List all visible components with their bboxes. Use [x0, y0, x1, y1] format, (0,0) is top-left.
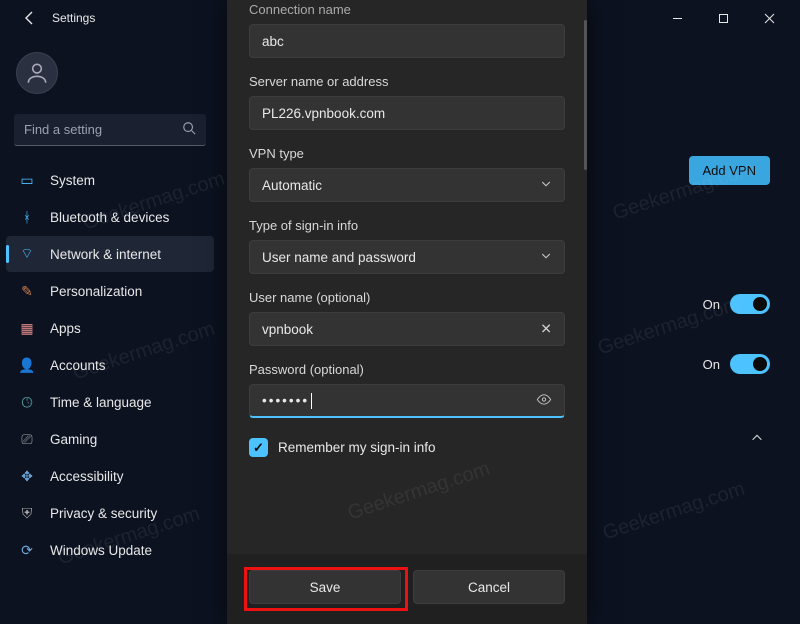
toggle-switch[interactable]: [730, 294, 770, 314]
input-value: abc: [262, 34, 284, 49]
dialog-buttons: Save Cancel: [227, 554, 587, 624]
sidebar-item-accessibility[interactable]: ✥ Accessibility: [6, 458, 214, 494]
sidebar-item-time[interactable]: 🕓︎ Time & language: [6, 384, 214, 420]
sidebar-item-label: Accounts: [50, 358, 106, 373]
clock-icon: 🕓︎: [18, 393, 36, 411]
sidebar-item-gaming[interactable]: ⎚ Gaming: [6, 421, 214, 457]
input-value: vpnbook: [262, 322, 313, 337]
sidebar-item-label: Bluetooth & devices: [50, 210, 169, 225]
field-label: Type of sign-in info: [249, 218, 565, 233]
select-value: Automatic: [262, 178, 322, 193]
sidebar-item-label: Personalization: [50, 284, 142, 299]
close-button[interactable]: [746, 2, 792, 34]
cancel-button[interactable]: Cancel: [413, 570, 565, 604]
checkbox-label: Remember my sign-in info: [278, 440, 436, 455]
search-input[interactable]: Find a setting: [14, 114, 206, 146]
toggle-label: On: [703, 357, 720, 372]
back-button[interactable]: [16, 4, 44, 32]
sidebar-item-system[interactable]: ▭ System: [6, 162, 214, 198]
field-label: User name (optional): [249, 290, 565, 305]
accessibility-icon: ✥: [18, 467, 36, 485]
password-input[interactable]: •••••••: [249, 384, 565, 418]
sidebar-item-bluetooth[interactable]: ᚼ Bluetooth & devices: [6, 199, 214, 235]
account-header[interactable]: [0, 44, 220, 108]
dialog-body: Connection name abc Server name or addre…: [227, 0, 587, 554]
server-name-input[interactable]: PL226.vpnbook.com: [249, 96, 565, 130]
sidebar-item-label: Privacy & security: [50, 506, 157, 521]
sidebar-item-update[interactable]: ⟳ Windows Update: [6, 532, 214, 568]
save-button[interactable]: Save: [249, 570, 401, 604]
maximize-button[interactable]: [700, 2, 746, 34]
chevron-down-icon: [540, 250, 552, 265]
connection-name-input[interactable]: abc: [249, 24, 565, 58]
sidebar-item-accounts[interactable]: 👤 Accounts: [6, 347, 214, 383]
brush-icon: ✎: [18, 282, 36, 300]
sidebar-item-personalization[interactable]: ✎ Personalization: [6, 273, 214, 309]
sidebar-item-label: Windows Update: [50, 543, 152, 558]
avatar: [16, 52, 58, 94]
clear-icon[interactable]: ✕: [540, 321, 552, 338]
signin-type-select[interactable]: User name and password: [249, 240, 565, 274]
wifi-icon: ⌔: [18, 245, 36, 263]
gamepad-icon: ⎚: [18, 430, 36, 448]
input-value: •••••••: [262, 393, 309, 408]
sidebar-item-network[interactable]: ⌔ Network & internet: [6, 236, 214, 272]
remember-signin-checkbox[interactable]: ✓ Remember my sign-in info: [249, 438, 565, 457]
select-value: User name and password: [262, 250, 416, 265]
person-icon: 👤: [18, 356, 36, 374]
field-label: Server name or address: [249, 74, 565, 89]
add-vpn-button[interactable]: Add VPN: [689, 156, 770, 185]
window-title: Settings: [52, 11, 95, 25]
sidebar-item-label: Time & language: [50, 395, 152, 410]
scrollbar[interactable]: [584, 20, 587, 170]
field-label: Connection name: [249, 2, 565, 17]
toggle-row: On: [703, 294, 770, 314]
sidebar-item-apps[interactable]: ▦ Apps: [6, 310, 214, 346]
field-label: Password (optional): [249, 362, 565, 377]
apps-icon: ▦: [18, 319, 36, 337]
reveal-password-icon[interactable]: [536, 391, 552, 410]
toggle-switch[interactable]: [730, 354, 770, 374]
text-caret: [311, 393, 312, 409]
sidebar-item-label: Gaming: [50, 432, 97, 447]
username-input[interactable]: vpnbook ✕: [249, 312, 565, 346]
sidebar-item-privacy[interactable]: ⛨ Privacy & security: [6, 495, 214, 531]
shield-icon: ⛨: [18, 504, 36, 522]
system-icon: ▭: [18, 171, 36, 189]
input-value: PL226.vpnbook.com: [262, 106, 385, 121]
toggle-row: On: [703, 354, 770, 374]
sidebar-item-label: Apps: [50, 321, 81, 336]
sidebar-item-label: System: [50, 173, 95, 188]
window-controls: [654, 2, 792, 34]
chevron-down-icon: [540, 178, 552, 193]
bluetooth-icon: ᚼ: [18, 208, 36, 226]
field-label: VPN type: [249, 146, 565, 161]
chevron-up-icon[interactable]: [750, 431, 764, 450]
sidebar: Find a setting ▭ System ᚼ Bluetooth & devi…: [0, 36, 220, 624]
vpn-dialog: Connection name abc Server name or addre…: [227, 0, 587, 624]
nav-list: ▭ System ᚼ Bluetooth & devices ⌔ Network & …: [0, 160, 220, 570]
search-icon: [182, 121, 196, 138]
search-placeholder: Find a setting: [24, 122, 102, 137]
update-icon: ⟳: [18, 541, 36, 559]
sidebar-item-label: Accessibility: [50, 469, 124, 484]
toggle-label: On: [703, 297, 720, 312]
checkbox-checked-icon: ✓: [249, 438, 268, 457]
sidebar-item-label: Network & internet: [50, 247, 161, 262]
vpn-type-select[interactable]: Automatic: [249, 168, 565, 202]
minimize-button[interactable]: [654, 2, 700, 34]
